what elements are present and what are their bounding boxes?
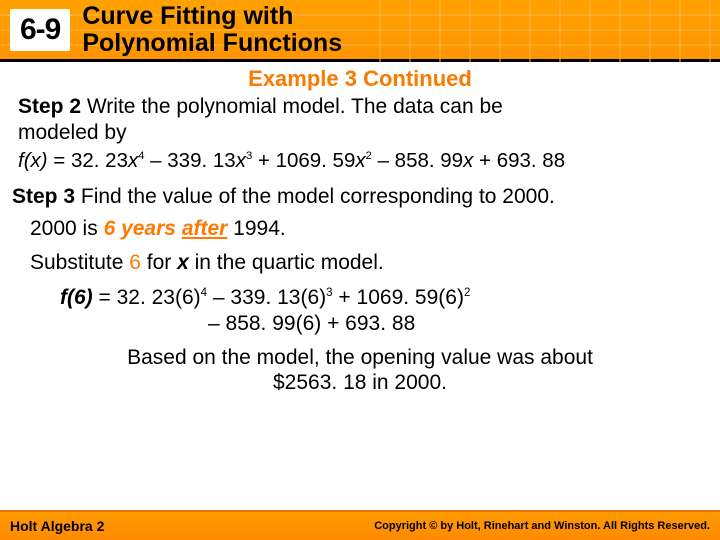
formula-x3: x: [236, 149, 246, 172]
f6-eq: = 32. 23(6): [93, 286, 201, 309]
section-title: Curve Fitting with Polynomial Functions: [82, 3, 342, 56]
formula-t2: – 339. 13: [144, 149, 235, 172]
formula-t3: + 1069. 59: [252, 149, 355, 172]
step3-label: Step 3: [12, 185, 75, 208]
slide-header: 6-9 Curve Fitting with Polynomial Functi…: [0, 0, 720, 62]
f6-evaluation: f(6) = 32. 23(6)4 – 339. 13(6)3 + 1069. …: [60, 285, 708, 338]
substitute-line: Substitute 6 for x in the quartic model.: [30, 251, 708, 275]
step2-body1: Write the polynomial model. The data can…: [81, 95, 503, 118]
sub-mid: for: [141, 251, 177, 274]
f6-line2: – 858. 99(6) + 693. 88: [208, 311, 708, 337]
formula-x4: x: [128, 149, 138, 172]
f6-e2: 2: [464, 287, 470, 299]
slide-content: Example 3 Continued Step 2 Write the pol…: [0, 62, 720, 395]
formula-t4: – 858. 99: [372, 149, 463, 172]
yr-pre: 2000 is: [30, 217, 104, 240]
formula-eq: = 32. 23: [48, 149, 128, 172]
step3-text: Step 3 Find the value of the model corre…: [12, 185, 708, 209]
sub-six: 6: [129, 251, 141, 274]
f6-t2: – 339. 13(6): [207, 286, 326, 309]
yr-post: 1994.: [227, 217, 285, 240]
formula-x1: x: [463, 149, 473, 172]
sub-pre: Substitute: [30, 251, 129, 274]
formula-x2: x: [355, 149, 365, 172]
section-number-badge: 6-9: [10, 9, 70, 51]
f6-label: f(6): [60, 286, 93, 309]
sub-post: in the quartic model.: [189, 251, 384, 274]
yr-after: after: [182, 217, 228, 240]
f6-t3: + 1069. 59(6): [333, 286, 464, 309]
conclusion: Based on the model, the opening value wa…: [42, 345, 678, 395]
sub-x: x: [177, 251, 189, 274]
step3-body: Find the value of the model correspondin…: [75, 185, 555, 208]
step2-body2: modeled by: [18, 121, 127, 144]
slide-footer: Holt Algebra 2 Copyright © by Holt, Rine…: [0, 510, 720, 540]
footer-brand: Holt Algebra 2: [10, 518, 104, 534]
concl-l1: Based on the model, the opening value wa…: [127, 346, 593, 369]
polynomial-formula: f(x) = 32. 23x4 – 339. 13x3 + 1069. 59x2…: [18, 149, 708, 173]
example-title: Example 3 Continued: [12, 66, 708, 92]
concl-l2: $2563. 18 in 2000.: [273, 371, 447, 394]
year-relation: 2000 is 6 years after 1994.: [30, 217, 708, 241]
title-line-2: Polynomial Functions: [82, 29, 342, 57]
step2-label: Step 2: [18, 95, 81, 118]
title-line-1: Curve Fitting with: [82, 2, 293, 30]
footer-copyright: Copyright © by Holt, Rinehart and Winsto…: [374, 520, 710, 532]
step2-text: Step 2 Write the polynomial model. The d…: [18, 94, 708, 147]
formula-t5: + 693. 88: [473, 149, 565, 172]
yr-six: 6 years: [104, 217, 176, 240]
formula-x: (x): [24, 149, 48, 172]
